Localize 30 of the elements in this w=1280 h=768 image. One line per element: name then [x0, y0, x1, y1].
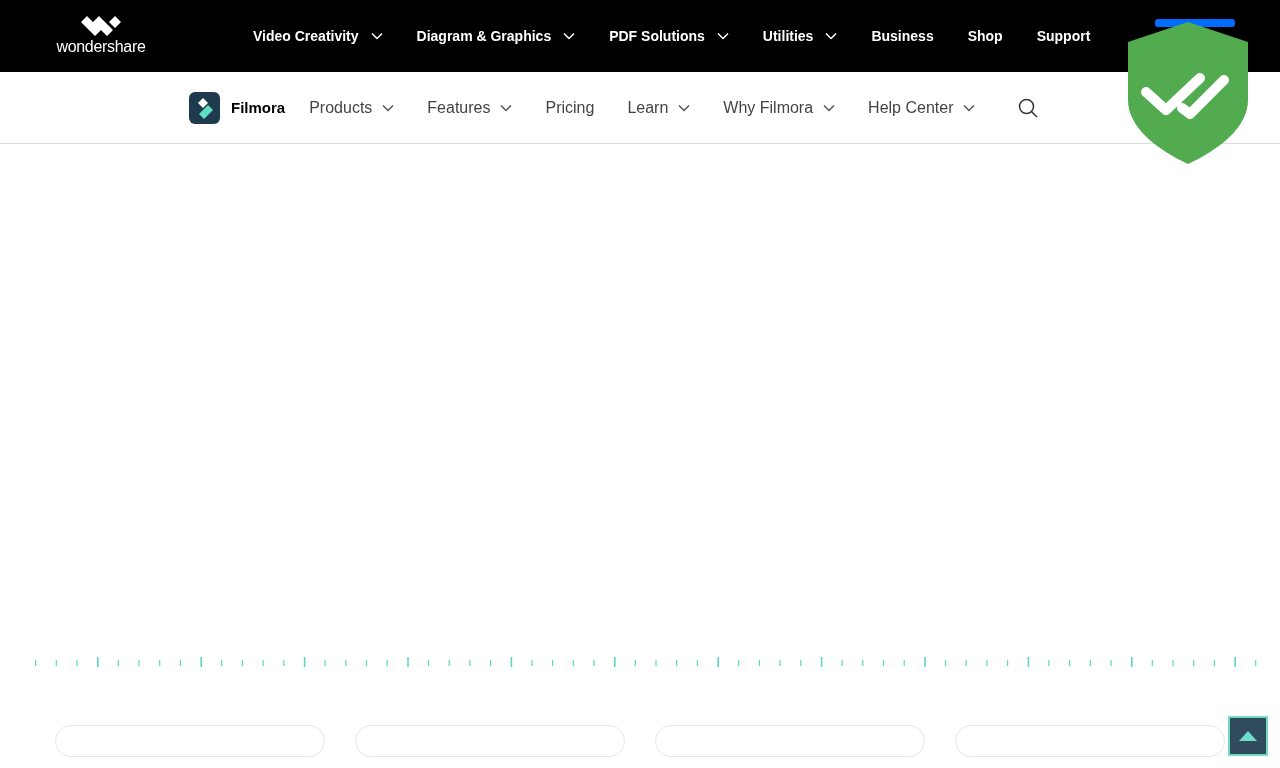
chevron-down-icon — [563, 32, 576, 40]
nav-link[interactable]: Support — [1036, 28, 1091, 44]
chevron-down-icon — [382, 103, 395, 112]
nav-link[interactable]: PDF Solutions — [609, 28, 729, 44]
chevron-down-icon — [370, 32, 383, 40]
chevron-down-icon — [716, 32, 729, 40]
shield-check-icon — [1126, 20, 1250, 166]
nav-link[interactable]: Diagram & Graphics — [416, 28, 576, 44]
search-icon[interactable] — [1018, 97, 1039, 118]
triangle-up-icon — [1238, 730, 1258, 742]
chevron-down-icon — [500, 103, 513, 112]
nav-link[interactable]: Features — [427, 98, 513, 117]
nav-link[interactable]: Utilities — [762, 28, 838, 44]
nav-link[interactable]: Shop — [967, 28, 1003, 44]
app-logo-icon — [189, 91, 220, 124]
logo-mark-icon — [81, 16, 121, 36]
logo-text[interactable]: wondershare — [56, 38, 146, 56]
nav-link[interactable]: Learn — [627, 98, 691, 117]
chevron-down-icon — [825, 32, 838, 40]
brand-link[interactable]: Filmora — [189, 91, 286, 124]
nav-link[interactable]: Pricing — [545, 98, 595, 117]
nav-link[interactable]: Help Center — [868, 98, 976, 117]
back-to-top-button[interactable] — [1228, 716, 1268, 756]
nav-link[interactable]: Video Creativity — [253, 28, 383, 44]
nav-link[interactable]: Why Filmora — [723, 98, 836, 117]
chevron-down-icon — [823, 103, 836, 112]
nav-link[interactable]: Products — [309, 98, 395, 117]
chevron-down-icon — [963, 103, 976, 112]
chevron-down-icon — [678, 103, 691, 112]
nav-link[interactable]: Business — [871, 28, 934, 44]
